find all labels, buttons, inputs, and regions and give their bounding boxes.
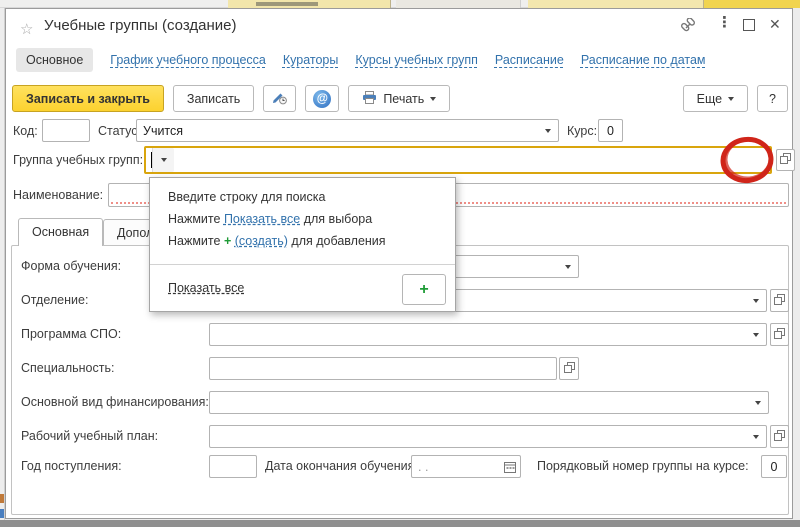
background-tab [704,0,800,8]
chevron-down-icon [728,97,734,101]
group-combobox[interactable] [144,146,772,174]
tab-osnovnaya[interactable]: Основная [18,218,103,246]
end-date-label: Дата окончания обучения: [265,459,418,473]
popup-divider [150,264,455,265]
edit-history-button[interactable] [263,85,296,112]
spo-program-label: Программа СПО: [21,327,121,341]
group-open-button[interactable] [776,149,795,171]
help-button[interactable]: ? [757,85,788,112]
status-label: Статус: [98,124,141,138]
dropdown-arrow[interactable] [747,392,768,413]
code-input[interactable] [42,119,90,142]
specialty-label: Специальность: [21,361,114,375]
print-button[interactable]: Печать [348,85,450,112]
curriculum-label: Рабочий учебный план: [21,429,158,443]
tab-main[interactable]: Основное [16,48,93,72]
name-label: Наименование: [13,188,103,202]
course-label: Курс: [567,124,597,138]
open-icon [564,360,575,378]
printer-icon [362,91,377,107]
background-tab [528,0,704,8]
tab-group-courses[interactable]: Курсы учебных групп [355,53,478,67]
toolbar: Записать и закрыть Записать @ Печать Еще [12,85,788,112]
curriculum-select[interactable] [209,425,767,448]
maximize-icon[interactable] [743,19,755,31]
background-tab [228,0,391,8]
spo-program-select[interactable] [209,323,767,346]
department-open-button[interactable] [770,289,789,312]
background-window-strip [0,0,800,8]
nav-tabs: Основное График учебного процесса Курато… [16,47,706,73]
screen: ☆ Учебные группы (создание) ⋮ ✕ Основное… [0,0,800,527]
favorite-star-icon[interactable]: ☆ [20,20,33,38]
copy-link-icon[interactable] [680,18,696,36]
chevron-down-icon [430,97,436,101]
education-form-label: Форма обучения: [21,259,121,273]
page-title: Учебные группы (создание) [44,17,237,34]
spo-program-open-button[interactable] [770,323,789,346]
status-select[interactable]: Учится [136,119,559,142]
seq-number-label: Порядковый номер группы на курсе: [537,459,749,473]
background-text-fragment [256,2,318,6]
specialty-open-button[interactable] [559,357,579,380]
plus-icon: + [224,234,231,248]
tab-timetable-by-dates[interactable]: Расписание по датам [581,53,706,67]
curriculum-open-button[interactable] [770,425,789,448]
admission-year-input[interactable] [209,455,257,478]
financing-label: Основной вид финансирования: [21,395,209,409]
end-date-input[interactable]: . . [411,455,521,478]
show-all-inline-link[interactable]: Показать все [224,212,300,226]
specialty-input[interactable] [209,357,557,380]
calendar-icon[interactable] [504,461,520,473]
group-field-label: Группа учебных групп: [13,153,143,167]
create-button[interactable]: + [402,274,446,305]
close-icon[interactable]: ✕ [769,17,781,31]
taskbar-strip [0,520,800,527]
financing-select[interactable] [209,391,769,414]
status-dropdown-arrow[interactable] [537,120,558,141]
open-icon [774,428,785,446]
email-button[interactable]: @ [305,85,339,112]
popup-hint-search: Введите строку для поиска [168,190,326,204]
open-icon [774,326,785,344]
more-menu-dots-icon[interactable]: ⋮ [717,16,732,30]
background-tab [396,0,521,8]
open-icon [780,151,791,169]
dropdown-arrow[interactable] [745,290,766,311]
dropdown-hint-popup: Введите строку для поиска Нажмите Показа… [149,177,456,312]
tab-study-process-schedule[interactable]: График учебного процесса [110,53,266,67]
dropdown-arrow[interactable] [745,324,766,345]
popup-hint-show-all: Нажмите Показать все для выбора [168,212,372,226]
dropdown-arrow[interactable] [745,426,766,447]
background-icon-fragment [0,494,4,503]
save-button[interactable]: Записать [173,85,254,112]
open-icon [774,292,785,310]
plus-icon: + [419,281,428,299]
save-and-close-button[interactable]: Записать и закрыть [12,85,164,112]
code-label: Код: [13,124,38,138]
course-input[interactable]: 0 [598,119,623,142]
department-label: Отделение: [21,293,88,307]
background-icon-fragment [0,509,4,518]
at-icon: @ [313,90,331,108]
show-all-link[interactable]: Показать все [168,281,244,295]
dropdown-arrow[interactable] [557,256,578,277]
main-window: ☆ Учебные группы (создание) ⋮ ✕ Основное… [5,8,793,519]
popup-hint-create: Нажмите + (создать) для добавления [168,234,386,248]
pencil-clock-icon [271,89,288,108]
more-button[interactable]: Еще [683,85,748,112]
admission-year-label: Год поступления: [21,459,122,473]
seq-number-input[interactable]: 0 [761,455,787,478]
group-dropdown-arrow[interactable] [152,148,174,172]
create-inline-link[interactable]: (создать) [235,234,288,248]
tab-curators[interactable]: Кураторы [283,53,339,67]
tab-timetable[interactable]: Расписание [495,53,564,67]
